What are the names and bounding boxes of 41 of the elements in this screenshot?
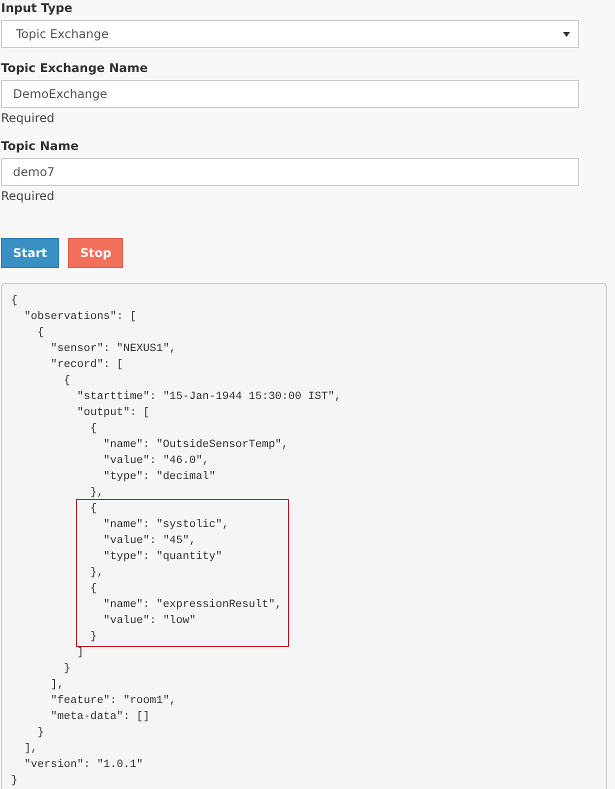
code-line: "name": "expressionResult", bbox=[102, 598, 282, 613]
code-line: "record": [ bbox=[50, 358, 124, 373]
code-line: { bbox=[89, 422, 97, 437]
code-line: "value": "low" bbox=[102, 614, 196, 629]
input-field[interactable]: demo7 bbox=[1, 158, 579, 186]
code-line: "starttime": "15-Jan-1944 15:30:00 IST", bbox=[76, 390, 342, 405]
code-line: "value": "45", bbox=[102, 534, 196, 549]
code-line: { bbox=[11, 294, 18, 309]
code-line: "feature": "room1", bbox=[50, 694, 176, 709]
code-line: "type": "decimal" bbox=[102, 470, 216, 485]
code-line: "output": [ bbox=[76, 406, 150, 421]
code-line: "value": "46.0", bbox=[102, 454, 210, 469]
field-label: Topic Name bbox=[1, 138, 79, 154]
code-line: } bbox=[36, 726, 44, 741]
code-line: { bbox=[62, 374, 70, 389]
code-line: } bbox=[89, 630, 97, 645]
code-line: ], bbox=[23, 742, 38, 757]
code-line: { bbox=[89, 582, 97, 597]
code-line: } bbox=[11, 774, 18, 789]
code-line: ], bbox=[50, 678, 64, 693]
help-text: Required bbox=[1, 188, 54, 204]
code-line: "observations": [ bbox=[23, 310, 136, 325]
code-line: "name": "OutsideSensorTemp", bbox=[102, 438, 288, 453]
code-line: { bbox=[89, 502, 97, 517]
code-line: "meta-data": [] bbox=[50, 710, 150, 725]
code-line: }, bbox=[89, 486, 104, 501]
code-line: "sensor": "NEXUS1", bbox=[50, 342, 176, 357]
help-text: Required bbox=[1, 110, 54, 126]
code-line: { bbox=[36, 326, 44, 341]
dropdown-select[interactable]: Topic Exchange bbox=[1, 20, 579, 48]
code-line: } bbox=[62, 662, 70, 677]
field-label: Topic Exchange Name bbox=[1, 60, 148, 76]
code-line: "type": "quantity" bbox=[102, 550, 222, 565]
code-line: ] bbox=[76, 646, 84, 661]
start-button[interactable]: Start bbox=[1, 238, 60, 268]
dropdown-caret-icon bbox=[563, 32, 570, 36]
field-label: Input Type bbox=[1, 0, 72, 16]
input-field[interactable]: DemoExchange bbox=[1, 80, 579, 108]
code-line: }, bbox=[89, 566, 104, 581]
code-line: "version": "1.0.1" bbox=[23, 758, 144, 773]
code-line: "name": "systolic", bbox=[102, 518, 229, 533]
